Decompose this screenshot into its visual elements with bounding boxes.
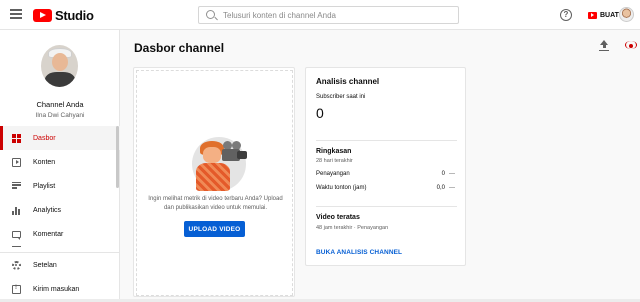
top-bar: Studio ? BUAT xyxy=(0,0,640,30)
upload-dropzone: Ingin melihat metrik di video terbaru An… xyxy=(136,70,293,296)
metric-label: Waktu tonton (jam) xyxy=(316,185,367,191)
sidebar-item-label: Analytics xyxy=(33,206,62,214)
summary-title: Ringkasan xyxy=(316,148,352,155)
sidebar-item-feedback[interactable]: Kirim masukan xyxy=(0,277,120,301)
channel-owner-name: Ilna Dwi Cahyani xyxy=(35,112,85,119)
help-icon[interactable]: ? xyxy=(560,9,572,21)
gear-icon xyxy=(12,260,21,270)
sidebar-item-dashboard[interactable]: Dasbor xyxy=(0,126,120,150)
trend-indicator: — xyxy=(449,171,455,177)
camera-operator-illustration xyxy=(190,133,255,195)
sidebar-nav: Dasbor Konten Playlist Analytics Komenta… xyxy=(0,126,120,254)
sidebar-bottom-nav: Setelan Kirim masukan xyxy=(0,252,120,301)
metric-row-watch-time: Waktu tonton (jam) 0,0 — xyxy=(316,185,457,195)
upload-video-card: Ingin melihat metrik di video terbaru An… xyxy=(133,67,295,297)
create-label: BUAT xyxy=(600,11,619,19)
logo-text: Studio xyxy=(55,7,94,23)
metric-value: 0 xyxy=(441,171,445,177)
top-videos-subtitle: 48 jam terakhir · Penayangan xyxy=(316,225,389,231)
menu-icon[interactable] xyxy=(10,9,22,19)
search-box[interactable] xyxy=(198,6,459,24)
feedback-icon xyxy=(12,284,21,294)
metric-row-views: Penayangan 0 — xyxy=(316,171,457,181)
subscribers-label: Subscriber saat ini xyxy=(316,94,366,100)
search-input[interactable] xyxy=(223,9,453,22)
studio-logo[interactable]: Studio xyxy=(33,7,94,23)
channel-name: Channel Anda xyxy=(36,100,84,109)
top-videos-title: Video teratas xyxy=(316,214,360,221)
sidebar-item-settings[interactable]: Setelan xyxy=(0,253,120,277)
sidebar-item-label: Kirim masukan xyxy=(33,285,80,293)
youtube-play-icon xyxy=(33,8,52,22)
sidebar-item-comments[interactable]: Komentar xyxy=(0,222,120,246)
card-title: Analisis channel xyxy=(316,77,380,86)
upload-icon[interactable] xyxy=(598,40,610,52)
divider xyxy=(316,140,457,141)
metric-label: Penayangan xyxy=(316,171,350,177)
trend-indicator: — xyxy=(449,185,455,191)
sidebar-item-content[interactable]: Konten xyxy=(0,150,120,174)
summary-period: 28 hari terakhir xyxy=(316,158,353,164)
account-avatar[interactable] xyxy=(619,7,634,22)
metric-value: 0,0 xyxy=(436,185,445,191)
sidebar-item-label: Komentar xyxy=(33,230,64,238)
content-icon xyxy=(12,157,21,167)
playlist-icon xyxy=(12,181,21,191)
divider xyxy=(316,206,457,207)
sidebar-item-analytics[interactable]: Analytics xyxy=(0,198,120,222)
channel-avatar[interactable] xyxy=(41,45,78,87)
upload-video-button[interactable]: UPLOAD VIDEO xyxy=(184,221,245,237)
sidebar-item-label: Playlist xyxy=(33,182,56,190)
sidebar-item-playlist[interactable]: Playlist xyxy=(0,174,120,198)
analytics-icon xyxy=(12,206,21,215)
channel-analytics-card: Analisis channel Subscriber saat ini 0 R… xyxy=(305,67,466,266)
sidebar-item-label: Konten xyxy=(33,158,56,166)
comments-icon xyxy=(12,230,21,240)
open-channel-analytics-link[interactable]: BUKA ANALISIS CHANNEL xyxy=(316,249,402,256)
create-button[interactable]: BUAT xyxy=(584,7,623,23)
upload-prompt-text: Ingin melihat metrik di video terbaru An… xyxy=(148,196,283,211)
video-camera-icon xyxy=(588,11,597,19)
go-live-icon[interactable] xyxy=(624,40,638,52)
sidebar-item-label: Setelan xyxy=(33,261,57,269)
sidebar-scrollbar[interactable] xyxy=(116,126,119,188)
page-title: Dasbor channel xyxy=(134,41,225,55)
sidebar: Channel Anda Ilna Dwi Cahyani Dasbor Kon… xyxy=(0,30,120,302)
sidebar-item-label: Dasbor xyxy=(33,134,56,142)
subscribers-count: 0 xyxy=(316,105,324,121)
search-icon xyxy=(206,10,215,19)
dashboard-icon xyxy=(12,133,21,143)
